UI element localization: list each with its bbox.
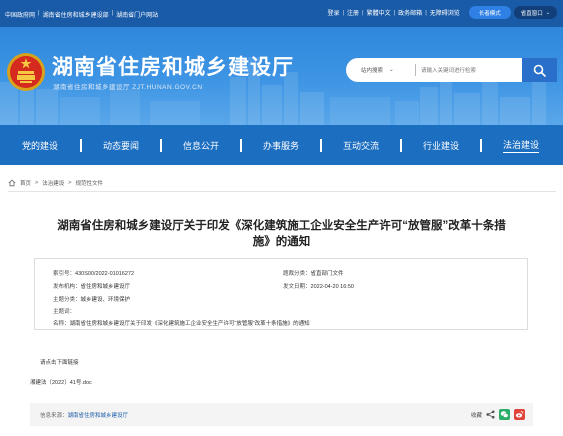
article-title-line-1: 湖南省住房和城乡建设厅关于印发《深化建筑施工企业安全生产许可“放管服”改革十条措 (57, 220, 506, 232)
separator: | (425, 9, 427, 16)
click-link-instruction: 请点击下面链接 (40, 360, 79, 366)
nav-item-info-disclosure[interactable]: 信息公开 (162, 139, 240, 152)
attachment-link[interactable]: 湘建法〔2022〕41号.doc (30, 378, 92, 386)
meta-value: 省直部门文件 (310, 271, 344, 277)
nav-item-rule-of-law[interactable]: 法治建设 (482, 138, 560, 153)
meta-label: 发布机构： (53, 284, 81, 290)
separator: | (111, 10, 114, 16)
search-box: 站内搜索 ⌄ 请输入关键词进行检索 (346, 58, 522, 82)
source-link[interactable]: 湖南省住房和城乡建设厅 (68, 413, 129, 419)
meta-label: 名称： (53, 321, 70, 327)
meta-category: 题裁分类：省直部门文件 (283, 269, 344, 277)
search-input[interactable]: 请输入关键词进行检索 (416, 66, 476, 74)
register-link[interactable]: 注册 (347, 8, 359, 17)
traditional-chinese-link[interactable]: 繁體中文 (367, 8, 391, 17)
wechat-share-icon[interactable] (499, 409, 510, 420)
meta-label: 主题分类： (53, 297, 81, 303)
share-icon[interactable] (486, 410, 495, 419)
wechat-icon (500, 411, 509, 418)
top-utility-bar: 中国政府网 | 湖南省住房和城乡建设部 | 湖南省门户网站 登录 | 注册 | … (0, 0, 563, 27)
nav-item-interaction[interactable]: 互动交流 (322, 139, 400, 152)
nav-label: 党的建设 (21, 140, 58, 151)
meta-label: 题裁分类： (283, 271, 311, 277)
search-scope-label: 站内搜索 (361, 68, 384, 74)
separator: | (362, 9, 364, 16)
nav-label: 办事服务 (262, 140, 299, 151)
breadcrumb-rule-of-law[interactable]: 法治建设 (42, 179, 64, 187)
site-title: 湖南省住房和城乡建设厅 (52, 56, 294, 79)
weibo-icon (515, 410, 524, 418)
link-ministry[interactable]: 湖南省住房和城乡建设部 (43, 10, 109, 19)
nav-label: 动态要闻 (102, 140, 139, 151)
login-link[interactable]: 登录 (327, 8, 339, 17)
separator: | (393, 9, 396, 16)
meta-value: 湖南省住房和城乡建设厅关于印发《深化建筑施工企业安全生产许可“放管服”改革十条措… (69, 321, 310, 327)
meta-topic: 主题分类：城乡建设、环境保护 (53, 295, 130, 303)
province-window-label: 省直窗口 (520, 10, 543, 17)
meta-publisher: 发布机构：省住房和城乡建设厅 (53, 282, 130, 290)
nav-label: 法治建设 (502, 138, 539, 153)
search-scope-dropdown[interactable]: 站内搜索 ⌄ (346, 64, 416, 76)
search-icon (533, 64, 546, 77)
document-metadata: 索引号：430S00/2022-01016272 题裁分类：省直部门文件 发布机… (34, 258, 528, 330)
top-links: 中国政府网 | 湖南省住房和城乡建设部 | 湖南省门户网站 (5, 10, 158, 19)
nav-label: 行业建设 (422, 140, 459, 151)
meta-index: 索引号：430S00/2022-01016272 (53, 269, 134, 277)
province-window-dropdown[interactable]: 省直窗口 ⌄ (513, 6, 557, 19)
breadcrumb-separator: > (35, 180, 39, 186)
site-domain: 湖南省住房和城乡建设厅 ZJT.HUNAN.GOV.CN (53, 84, 203, 91)
meta-label: 索引号： (53, 271, 76, 277)
separator: | (38, 10, 40, 16)
top-right-links: 登录 | 注册 | 繁體中文 | 政务邮箱 | 无障碍浏览 长者模式 省直窗口 … (327, 6, 557, 19)
meta-value: 省住房和城乡建设厅 (80, 284, 131, 290)
accessibility-link[interactable]: 无障碍浏览 (430, 8, 460, 17)
info-source: 信息来源：湖南省住房和城乡建设厅 (40, 411, 128, 419)
breadcrumb: 首页 > 法治建设 > 规范性文件 (8, 175, 556, 192)
link-central-gov[interactable]: 中国政府网 (5, 10, 35, 19)
meta-date: 发文日期：2022-04-20 16:50 (283, 282, 354, 290)
gov-mail-link[interactable]: 政务邮箱 (398, 8, 422, 17)
weibo-share-icon[interactable] (514, 409, 525, 420)
breadcrumb-separator: > (68, 180, 72, 186)
article-actions: 收藏 (471, 409, 525, 420)
chevron-down-icon: ⌄ (389, 67, 394, 73)
article-title-line-2: 施》的通知 (252, 236, 311, 248)
main-nav: 党的建设 动态要闻 信息公开 办事服务 互动交流 行业建设 法治建设 (0, 125, 563, 165)
article-title: 湖南省住房和城乡建设厅关于印发《深化建筑施工企业安全生产许可“放管服”改革十条措… (34, 218, 529, 250)
nav-label: 信息公开 (182, 140, 219, 151)
source-label: 信息来源： (40, 412, 68, 419)
meta-value: 2022-04-20 16:50 (310, 284, 354, 290)
site-header: 湖南省住房和城乡建设厅 湖南省住房和城乡建设厅 ZJT.HUNAN.GOV.CN… (0, 27, 563, 125)
nav-item-industry[interactable]: 行业建设 (402, 139, 480, 152)
meta-label: 发文日期： (283, 284, 311, 290)
meta-value: 430S00/2022-01016272 (75, 271, 135, 277)
nav-item-services[interactable]: 办事服务 (242, 139, 320, 152)
article-footer-bar: 信息来源：湖南省住房和城乡建设厅 收藏 (30, 403, 533, 426)
breadcrumb-normative-docs[interactable]: 规范性文件 (75, 179, 103, 187)
nav-item-party-building[interactable]: 党的建设 (0, 139, 80, 152)
favorite-button[interactable]: 收藏 (471, 411, 482, 419)
meta-keywords: 主题词： (53, 307, 75, 315)
link-provincial-portal[interactable]: 湖南省门户网站 (116, 10, 158, 19)
meta-value: 城乡建设、环境保护 (80, 297, 131, 303)
meta-name: 名称：湖南省住房和城乡建设厅关于印发《深化建筑施工企业安全生产许可“放管服”改革… (53, 319, 310, 327)
breadcrumb-home[interactable]: 首页 (20, 179, 31, 187)
nav-label: 互动交流 (342, 140, 379, 151)
separator: | (342, 9, 345, 16)
chevron-down-icon: ⌄ (545, 9, 550, 16)
national-emblem-icon (7, 53, 45, 91)
home-icon (8, 179, 16, 187)
search-button[interactable] (522, 58, 557, 82)
care-mode-button[interactable]: 长者模式 (468, 6, 511, 19)
meta-label: 主题词： (53, 309, 76, 315)
nav-item-news[interactable]: 动态要闻 (82, 139, 160, 152)
